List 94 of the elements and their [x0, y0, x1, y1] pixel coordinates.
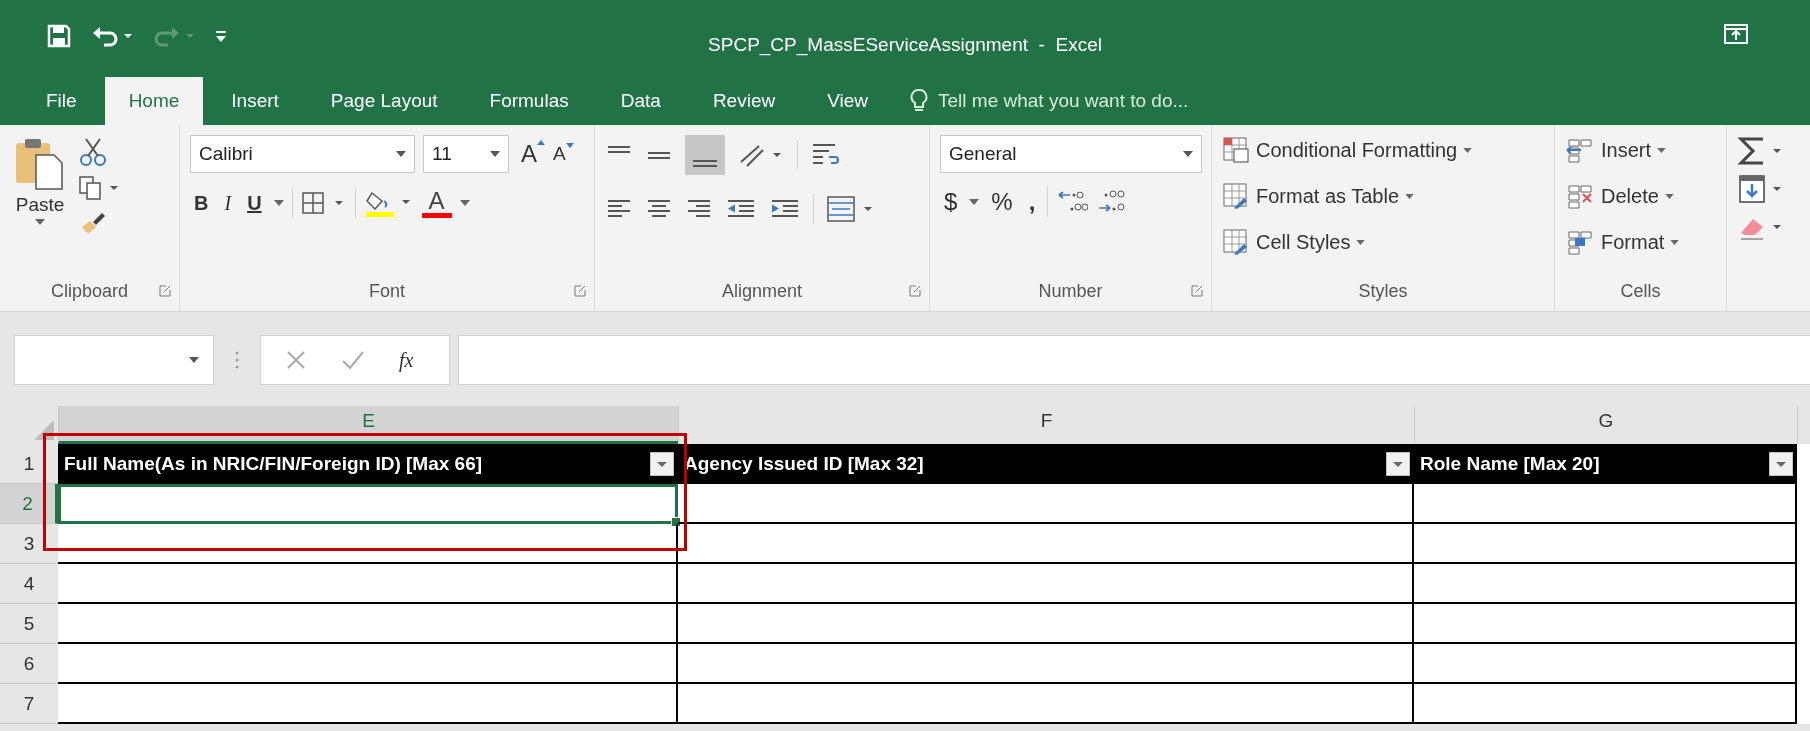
grip-icon [234, 350, 240, 370]
window-title: SPCP_CP_MassEServiceAssignment - Excel [708, 34, 1102, 56]
caret-icon [1657, 147, 1667, 153]
row-header[interactable]: 4 [0, 564, 58, 604]
table-cell[interactable] [58, 644, 678, 684]
table-cell[interactable] [678, 644, 1414, 684]
ribbon-tab[interactable]: File [22, 77, 101, 125]
table-cell[interactable] [1414, 604, 1797, 644]
font-name-dropdown[interactable]: Calibri [190, 135, 415, 173]
caret-icon[interactable] [273, 200, 284, 206]
table-style-icon [1222, 182, 1250, 210]
select-all-icon[interactable] [34, 420, 54, 440]
caret-icon [1405, 193, 1415, 199]
row-header[interactable]: 7 [0, 684, 58, 724]
caret-icon[interactable] [969, 199, 980, 205]
table-cell[interactable] [1414, 564, 1797, 604]
table-cell[interactable] [58, 684, 678, 724]
caret-icon [1463, 147, 1473, 153]
caret-icon [1664, 193, 1674, 199]
ribbon-tab[interactable]: View [803, 77, 893, 125]
cells-grid-icon [1565, 182, 1595, 210]
ribbon-tab[interactable]: Home [104, 77, 204, 125]
group-label: Number [1038, 280, 1103, 302]
table-header-cell: Agency Issued ID [Max 32] [678, 444, 1414, 484]
table-cell[interactable] [1414, 524, 1797, 564]
table-cell[interactable] [58, 564, 678, 604]
table-cell[interactable] [678, 684, 1414, 724]
cells-grid-icon [1565, 136, 1595, 164]
row-header[interactable]: 2 [0, 484, 58, 524]
save-icon[interactable] [46, 23, 72, 49]
font-color-button[interactable]: A [421, 188, 452, 218]
filter-dropdown-icon[interactable] [1386, 452, 1410, 476]
formula-field[interactable] [458, 335, 1810, 385]
insert-function-button[interactable]: fx [399, 348, 414, 372]
table-cell[interactable] [58, 604, 678, 644]
table-cell[interactable] [678, 484, 1414, 524]
ribbon-tab[interactable]: Formulas [465, 77, 593, 125]
filter-dropdown-icon[interactable] [1769, 452, 1793, 476]
currency-button[interactable]: $ [940, 188, 962, 216]
tell-me-field[interactable]: Tell me what you want to do... [936, 89, 1281, 113]
bold-button[interactable]: B [190, 191, 213, 215]
number-format-dropdown[interactable]: General [940, 135, 1202, 173]
underline-button[interactable]: U [243, 191, 266, 215]
caret-icon[interactable] [35, 219, 45, 225]
launcher-icon[interactable] [159, 285, 171, 297]
table-style-icon [1222, 228, 1250, 256]
column-header[interactable]: E [58, 406, 678, 444]
styles-menu-button[interactable]: Format as Table [1222, 177, 1544, 215]
caret-icon [1670, 239, 1680, 245]
group-label: Cells [1620, 280, 1661, 302]
cells-menu-button[interactable]: Insert [1565, 131, 1716, 169]
table-cell[interactable] [58, 484, 678, 524]
cells-grid-icon [1565, 228, 1595, 256]
ribbon-tab[interactable]: Page Layout [306, 77, 462, 125]
bottom-align-icon[interactable] [685, 135, 725, 175]
lightbulb-icon [910, 88, 929, 114]
table-header-cell: Role Name [Max 20] [1414, 444, 1797, 484]
table-header-cell: Full Name(As in NRIC/FIN/Foreign ID) [Max 66] [58, 444, 678, 484]
italic-button[interactable]: I [220, 191, 236, 215]
group-label: Font [369, 280, 405, 302]
comma-button[interactable]: , [1024, 188, 1040, 216]
table-cell[interactable] [678, 564, 1414, 604]
table-cell[interactable] [1414, 644, 1797, 684]
row-header[interactable]: 3 [0, 524, 58, 564]
table-cell[interactable] [1414, 684, 1797, 724]
font-size-dropdown[interactable]: 11 [423, 135, 509, 173]
table-style-icon [1222, 136, 1250, 164]
group-label: Clipboard [50, 280, 128, 302]
group-label: Alignment [721, 280, 802, 302]
table-cell[interactable] [58, 524, 678, 564]
cells-menu-button[interactable]: Format [1565, 223, 1716, 261]
launcher-icon[interactable] [909, 285, 921, 297]
table-cell[interactable] [1414, 484, 1797, 524]
ribbon-tab[interactable]: Data [596, 77, 685, 125]
scissors-icon[interactable] [78, 137, 108, 167]
row-header[interactable]: 1 [0, 444, 58, 484]
ribbon-display-icon[interactable] [1724, 24, 1748, 44]
paste-button[interactable]: Paste [10, 135, 70, 253]
launcher-icon[interactable] [1191, 285, 1203, 297]
caret-icon [1356, 239, 1366, 245]
row-header[interactable]: 6 [0, 644, 58, 684]
styles-menu-button[interactable]: Cell Styles [1222, 223, 1544, 261]
percent-button[interactable]: % [987, 188, 1017, 216]
launcher-icon[interactable] [574, 285, 586, 297]
styles-menu-button[interactable]: Conditional Formatting [1222, 131, 1544, 169]
table-cell[interactable] [678, 524, 1414, 564]
table-cell[interactable] [678, 604, 1414, 644]
group-label: Styles [1358, 280, 1408, 302]
row-header[interactable]: 5 [0, 604, 58, 644]
caret-icon[interactable] [459, 200, 470, 206]
ribbon-tab[interactable]: Review [688, 77, 800, 125]
ribbon-tab[interactable]: Insert [207, 77, 303, 125]
cells-menu-button[interactable]: Delete [1565, 177, 1716, 215]
filter-dropdown-icon[interactable] [650, 452, 674, 476]
